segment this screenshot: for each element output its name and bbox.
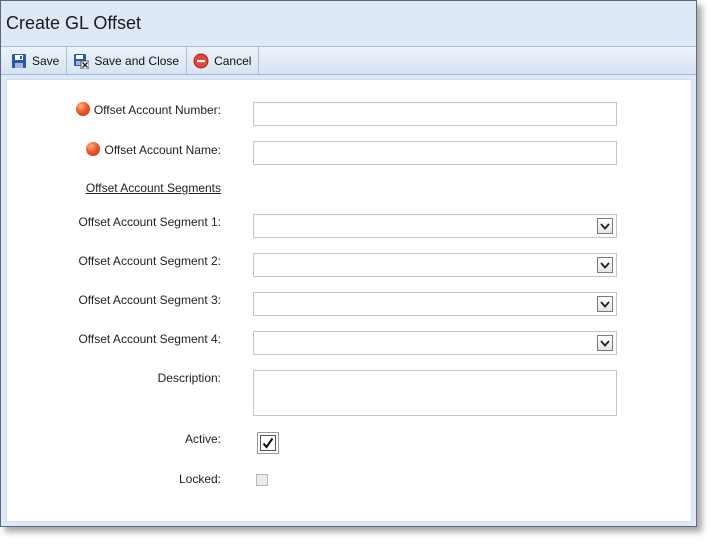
toolbar: Save Save and Close Cancel (1, 47, 696, 75)
save-and-close-label: Save and Close (94, 53, 180, 68)
title-bar: Create GL Offset (1, 1, 696, 47)
dialog-window: Create GL Offset Save Save and Close Can… (0, 0, 697, 527)
offset-account-number-label: Offset Account Number: (75, 102, 221, 117)
save-button[interactable]: Save (5, 47, 68, 74)
locked-label: Locked: (178, 472, 221, 486)
segment-4-select[interactable] (253, 331, 617, 355)
segment-3-label: Offset Account Segment 3: (78, 293, 221, 307)
segment-2-label: Offset Account Segment 2: (78, 254, 221, 268)
cancel-label: Cancel (214, 53, 252, 68)
cancel-icon (193, 53, 209, 69)
offset-account-name-input[interactable] (253, 141, 617, 165)
chevron-down-icon[interactable] (597, 296, 613, 312)
required-indicator-icon (75, 102, 90, 116)
chevron-down-icon[interactable] (597, 218, 613, 234)
segment-1-select[interactable] (253, 214, 617, 238)
segment-2-select[interactable] (253, 253, 617, 277)
save-label: Save (32, 53, 60, 68)
segment-4-label: Offset Account Segment 4: (78, 332, 221, 346)
floppy-disk-close-icon (73, 53, 90, 69)
offset-account-segments-link[interactable]: Offset Account Segments (86, 181, 221, 195)
floppy-disk-icon (11, 53, 27, 69)
active-label: Active: (184, 432, 221, 446)
active-checkbox[interactable] (257, 432, 279, 454)
chevron-down-icon[interactable] (597, 335, 613, 351)
offset-account-segments-link-wrap: Offset Account Segments (86, 181, 221, 195)
required-indicator-icon (86, 142, 101, 156)
segment-3-select[interactable] (253, 292, 617, 316)
offset-account-number-input[interactable] (253, 102, 617, 126)
locked-checkbox[interactable] (256, 474, 268, 486)
save-and-close-button[interactable]: Save and Close (67, 47, 188, 74)
segment-1-label: Offset Account Segment 1: (78, 215, 221, 229)
checkmark-icon (260, 435, 276, 451)
form-panel: Offset Account Number: Offset Account Na… (6, 79, 692, 522)
dialog-title: Create GL Offset (6, 13, 142, 33)
offset-account-name-label: Offset Account Name: (86, 142, 221, 157)
chevron-down-icon[interactable] (597, 257, 613, 273)
description-label: Description: (157, 371, 221, 385)
cancel-button[interactable]: Cancel (187, 47, 260, 74)
description-textarea[interactable] (253, 370, 617, 416)
